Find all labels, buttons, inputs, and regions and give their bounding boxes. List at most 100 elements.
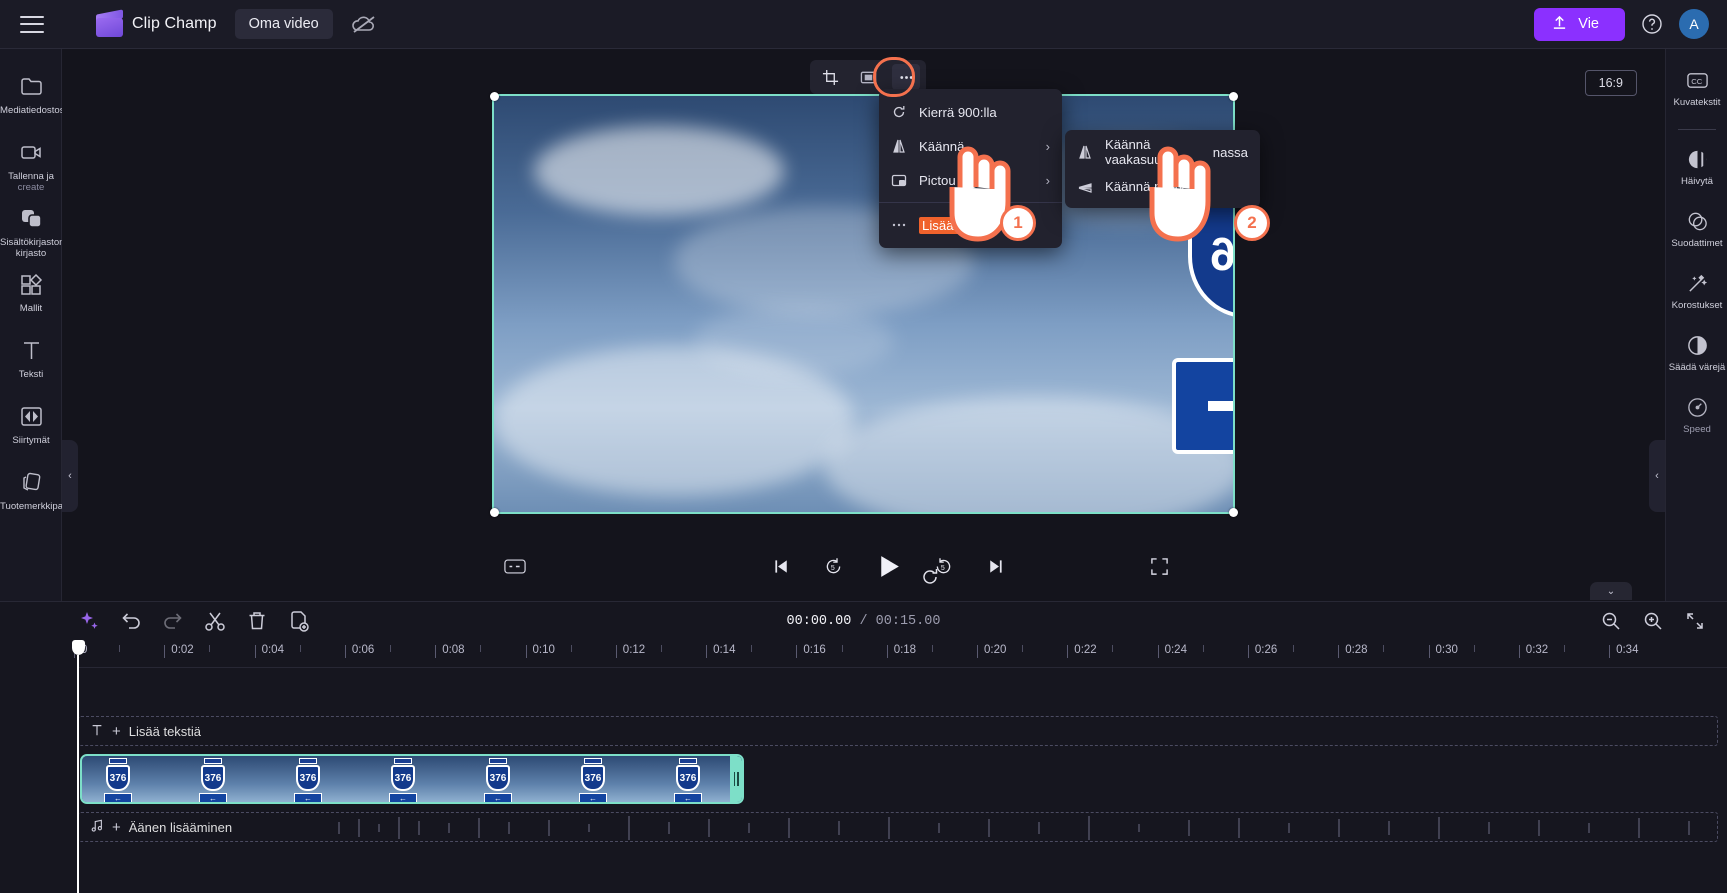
play-button[interactable] xyxy=(872,550,904,582)
right-item-speed[interactable]: Speed xyxy=(1666,388,1727,450)
ruler-tick-minor xyxy=(1112,645,1114,652)
crop-button[interactable] xyxy=(816,64,844,90)
help-circle-icon[interactable] xyxy=(1641,13,1663,35)
right-item-adjust-colors[interactable]: Säädä värejä xyxy=(1666,326,1727,388)
sidebar-item-content-library[interactable]: Sisältökirjaston kirjasto xyxy=(0,197,65,263)
plus-icon: + xyxy=(112,722,121,740)
resize-handle-bl[interactable] xyxy=(490,508,499,517)
closed-caption-icon: CC xyxy=(1686,69,1709,92)
right-panel-collapse[interactable]: ‹ xyxy=(1649,440,1665,512)
ruler-tick: 0:22 xyxy=(1067,644,1097,658)
sidebar-item-templates[interactable]: Mallit xyxy=(0,263,62,329)
playhead-knob[interactable] xyxy=(72,640,85,655)
top-bar-right: Vie A xyxy=(1534,7,1727,41)
sidebar-item-text[interactable]: Teksti xyxy=(0,329,62,395)
clip-thumbnail: 376 ← xyxy=(557,756,652,802)
flip-horizontal-icon xyxy=(1077,144,1093,160)
content-library-icon xyxy=(19,206,44,231)
right-item-effects[interactable]: Korostukset xyxy=(1666,264,1727,326)
adjust-colors-icon xyxy=(1686,334,1709,357)
clipchamp-editor: Clip Champ Oma video Vie A Mediatiedosto… xyxy=(0,0,1727,893)
menu-item-flip[interactable]: Käännä › xyxy=(879,129,1062,163)
zoom-out-icon[interactable] xyxy=(1601,611,1621,631)
arrow-sign xyxy=(1172,358,1233,454)
transport-controls: 5 5 xyxy=(768,550,1008,582)
sidebar-label-record-create: Tallenna ja create xyxy=(8,171,54,193)
flip-submenu: Käännä vaakasuu nassa Käännä pystysuu xyxy=(1065,130,1260,208)
sidebar-item-record-create[interactable]: Tallenna ja create xyxy=(0,131,62,197)
export-button[interactable]: Vie xyxy=(1534,7,1625,41)
ruler-tick: 0:04 xyxy=(254,644,284,658)
aspect-ratio-button[interactable]: 16:9 xyxy=(1584,70,1637,96)
ruler-tick: 0:02 xyxy=(164,644,194,658)
rewind-5-icon[interactable]: 5 xyxy=(820,553,846,579)
timeline-ruler[interactable]: 00:020:040:060:080:100:120:140:160:180:2… xyxy=(73,640,1727,668)
cloud-off-icon[interactable] xyxy=(351,14,377,34)
upload-icon xyxy=(1552,15,1567,34)
brand: Clip Champ xyxy=(96,8,217,37)
ruler-tick: 0:14 xyxy=(705,644,736,658)
transitions-icon xyxy=(19,404,44,429)
sidebar-label-text: Teksti xyxy=(18,369,44,380)
skip-next-icon[interactable] xyxy=(982,553,1008,579)
skip-previous-icon[interactable] xyxy=(768,553,794,579)
brand-kit-icon xyxy=(19,470,44,495)
sidebar-label-content-library: Sisältökirjaston kirjasto xyxy=(0,237,65,259)
playhead[interactable] xyxy=(72,640,85,893)
menu-item-pip[interactable]: Pictou e re › xyxy=(879,163,1062,197)
preview-stage: 16:9 Tämä 376 xyxy=(62,49,1665,616)
captions-off-icon[interactable] xyxy=(502,553,528,579)
sidebar-item-brand-kit[interactable]: Tuotemerkkipaketti xyxy=(0,461,81,527)
submenu-label-flip-horizontal: Käännä vaakasuu xyxy=(1105,137,1162,167)
fullscreen-icon[interactable] xyxy=(1146,553,1172,579)
right-item-captions[interactable]: CC Kuvatekstit xyxy=(1666,61,1727,123)
ruler-tick: 0:30 xyxy=(1428,644,1458,658)
svg-text:5: 5 xyxy=(940,565,944,572)
sidebar-item-media[interactable]: Mediatiedostosi xyxy=(0,65,67,131)
timeline: 00:00.00 / 00:15.00 0:02 0:04 0:06 0:08 … xyxy=(0,601,1727,893)
filters-icon xyxy=(1686,210,1709,233)
submenu-label-flip-vertical: Käännä pystysuu xyxy=(1105,178,1207,194)
forward-5-icon[interactable]: 5 xyxy=(930,553,956,579)
annotation-badge-1: 1 xyxy=(1000,205,1036,241)
ruler-tick-minor xyxy=(299,645,301,652)
hamburger-icon[interactable] xyxy=(20,15,44,33)
fit-timeline-icon[interactable] xyxy=(1685,611,1705,631)
divider xyxy=(1677,129,1716,130)
text-icon xyxy=(90,723,104,740)
sidebar-item-transitions[interactable]: Siirtymät xyxy=(0,395,62,461)
text-track[interactable]: + Lisää tekstiä xyxy=(78,716,1718,746)
more-icon xyxy=(891,217,907,233)
flip-vertical-icon xyxy=(1077,178,1093,194)
resize-handle-tr[interactable] xyxy=(1229,92,1238,101)
left-panel-collapse[interactable]: ‹ xyxy=(62,440,78,512)
video-clip[interactable]: 376 ← 376 ← 376 ← 376 ← 376 ← 376 ← 376 ← xyxy=(80,754,744,804)
avatar[interactable]: A xyxy=(1679,9,1709,39)
audio-track-label: Äänen lisääminen xyxy=(128,819,233,835)
ruler-tick: 0:24 xyxy=(1157,644,1187,658)
ruler-tick: 0:10 xyxy=(525,644,555,658)
road-sign: 376 xyxy=(1164,168,1233,512)
rotate-90-icon xyxy=(891,104,907,120)
menu-item-rotate[interactable]: Kierrä 900:lla xyxy=(879,95,1062,129)
zoom-in-icon[interactable] xyxy=(1643,611,1663,631)
flip-icon xyxy=(891,138,907,154)
ruler-tick-minor xyxy=(841,645,843,652)
chevron-right-icon: › xyxy=(1045,138,1050,154)
speed-gauge-icon xyxy=(1686,396,1709,419)
clip-thumbnail: 376 ← xyxy=(82,756,177,802)
resize-handle-tl[interactable] xyxy=(490,92,499,101)
submenu-item-flip-vertical[interactable]: Käännä pystysuu xyxy=(1065,169,1260,203)
audio-track[interactable]: + Äänen lisääminen xyxy=(78,812,1718,842)
submenu-item-flip-horizontal[interactable]: Käännä vaakasuu nassa xyxy=(1065,135,1260,169)
right-item-fade[interactable]: Häivytä xyxy=(1666,140,1727,202)
right-item-filters[interactable]: Suodattimet xyxy=(1666,202,1727,264)
playhead-line xyxy=(77,655,79,893)
menu-label-pip-tail: re xyxy=(978,172,991,188)
resize-handle-br[interactable] xyxy=(1229,508,1238,517)
clipchamp-logo-icon xyxy=(96,8,123,37)
ruler-tick-minor xyxy=(1383,645,1385,652)
clip-trim-right[interactable] xyxy=(730,756,742,802)
top-bar: Clip Champ Oma video Vie A xyxy=(0,0,1727,49)
project-name-chip[interactable]: Oma video xyxy=(234,9,333,39)
